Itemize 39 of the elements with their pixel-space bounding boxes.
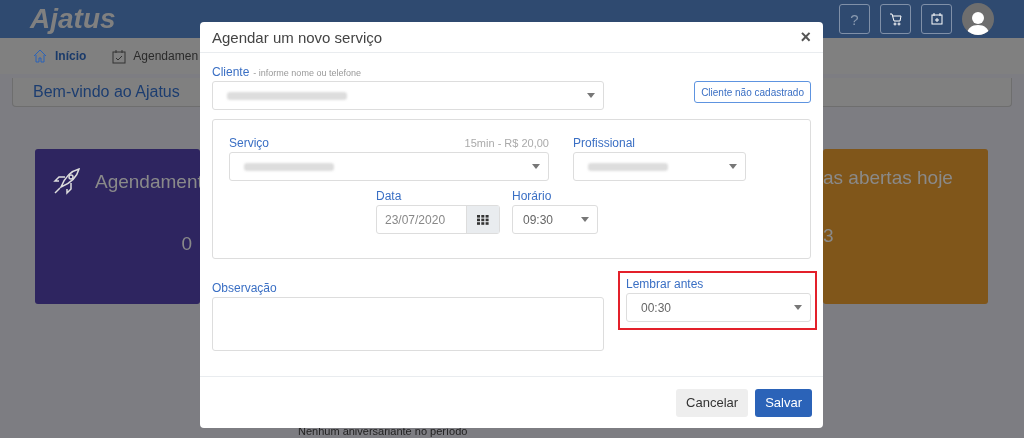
home-icon [32, 48, 48, 64]
field-label: Profissional [573, 136, 637, 150]
grid-icon [477, 214, 489, 225]
field-label: Data [376, 189, 403, 203]
date-field[interactable]: 23/07/2020 [376, 205, 500, 234]
caret-icon [587, 93, 595, 98]
caret-icon [794, 305, 802, 310]
calendar-plus-icon [929, 12, 944, 26]
close-button[interactable]: × [800, 26, 811, 48]
card-value: 3 [823, 225, 835, 247]
field-label: Serviço [229, 136, 269, 150]
nav-link[interactable]: Agendamen [112, 48, 199, 64]
card-title: as abertas hoje [823, 167, 953, 189]
caret-icon [532, 164, 540, 169]
time-select[interactable]: 09:30 [512, 205, 598, 234]
field-label: Lembrar antes [626, 277, 705, 291]
note-field[interactable] [212, 297, 604, 351]
birthday-message: Nenhum aniversariante no período [298, 425, 468, 437]
field-label: Observação [212, 281, 278, 295]
cart-icon [888, 12, 903, 26]
card-title: Agendament [95, 171, 203, 193]
field-hint: - informe nome ou telefone [253, 68, 361, 78]
save-button[interactable]: Salvar [755, 388, 812, 417]
field-label: Horário [512, 189, 553, 203]
avatar-icon[interactable] [962, 3, 994, 35]
caret-icon [581, 217, 589, 222]
card-value: 0 [181, 233, 192, 255]
logo: Ajatus [30, 3, 117, 35]
remind-select[interactable]: 00:30 [626, 293, 811, 322]
help-button[interactable]: ? [839, 4, 870, 34]
cart-button[interactable] [880, 4, 911, 34]
cancel-button[interactable]: Cancelar [676, 388, 749, 417]
rocket-icon [51, 167, 81, 197]
caret-icon [729, 164, 737, 169]
field-label: Cliente [212, 65, 250, 79]
calendar-icon [112, 48, 127, 64]
service-info: 15min - R$ 20,00 [464, 137, 549, 149]
dialog-title: Agendar um novo serviço [212, 28, 383, 46]
new-client-button[interactable]: Cliente não cadastrado [694, 81, 811, 103]
